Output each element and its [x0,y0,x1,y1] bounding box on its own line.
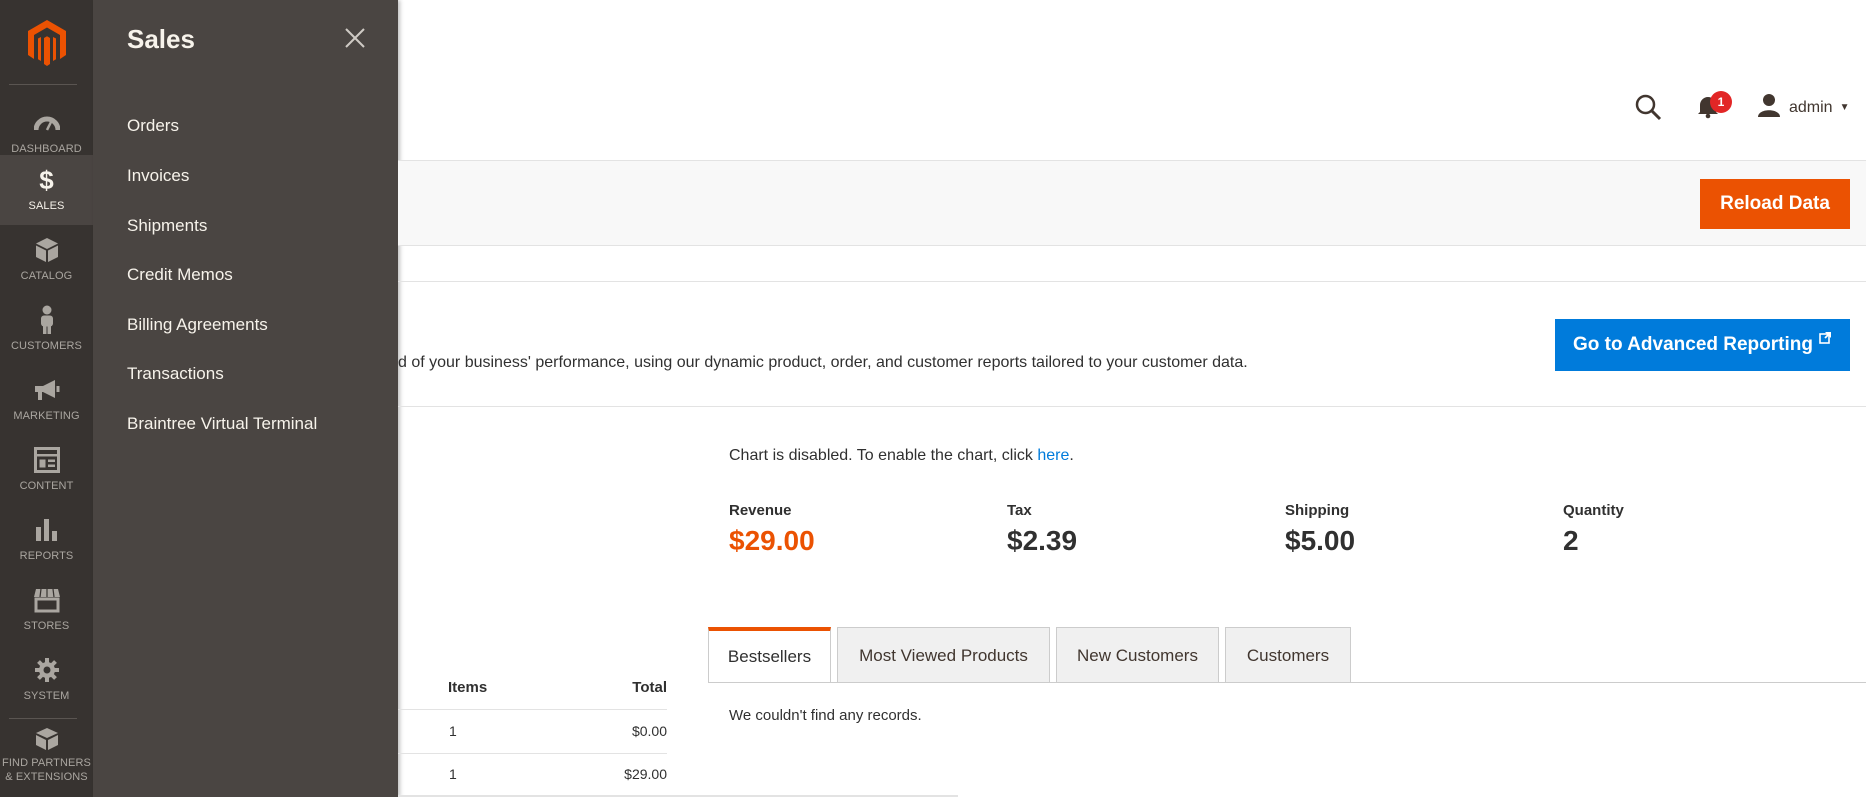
layout-icon [32,445,62,475]
total-quantity: Quantity 2 [1563,502,1624,557]
total-revenue: Revenue $29.00 [729,502,815,557]
total-shipping: Shipping $5.00 [1285,502,1355,557]
row-divider [398,753,667,754]
total-label: Shipping [1285,502,1350,519]
advanced-reporting-label: Go to Advanced Reporting [1573,334,1813,355]
person-icon [32,305,62,335]
search-icon[interactable] [1634,93,1662,121]
submenu-item-orders[interactable]: Orders [127,116,179,136]
table-cell-items: 1 [449,766,457,782]
chevron-down-icon: ▼ [1839,102,1850,113]
total-value: 2 [1563,525,1579,556]
nav-label: CATALOG [20,270,73,282]
submenu-item-billing-agreements[interactable]: Billing Agreements [127,315,268,335]
nav-label: STORES [23,620,70,632]
notification-count-badge: 1 [1710,91,1732,113]
nav-label: DASHBOARD [11,143,82,155]
column-header-total: Total [632,679,667,696]
sales-submenu-panel: Sales Orders Invoices Shipments Credit M… [93,0,398,797]
nav-item-marketing[interactable]: MARKETING [0,365,93,435]
enable-chart-link[interactable]: here [1037,447,1069,464]
submenu-item-invoices[interactable]: Invoices [127,166,189,186]
megaphone-icon [32,375,62,405]
dollar-icon: $ [39,164,54,195]
nav-label: CUSTOMERS [11,340,82,352]
column-header-items: Items [448,679,488,696]
nav-label: MARKETING [13,410,80,422]
external-link-icon [1819,331,1832,347]
nav-label: REPORTS [19,550,74,562]
reload-data-button[interactable]: Reload Data [1700,179,1850,229]
advanced-reporting-button[interactable]: Go to Advanced Reporting [1555,319,1850,371]
total-label: Quantity [1563,502,1624,519]
total-label: Tax [1007,502,1032,519]
total-value: $2.39 [1007,525,1078,556]
submenu-item-credit-memos[interactable]: Credit Memos [127,265,233,285]
divider [398,281,1866,282]
submenu-item-shipments[interactable]: Shipments [127,216,207,236]
submenu-item-transactions[interactable]: Transactions [127,364,224,384]
chart-msg-suffix: . [1069,447,1074,464]
admin-user-menu[interactable]: admin ▼ [1757,93,1849,122]
nav-item-customers[interactable]: CUSTOMERS [0,295,93,365]
chart-msg-prefix: Chart is disabled. To enable the chart, … [729,447,1038,464]
total-value: $29.00 [729,525,815,556]
row-divider [398,709,667,710]
nav-label: SALES [28,200,65,212]
tab-new-customers[interactable]: New Customers [1056,627,1219,683]
nav-divider [9,84,77,85]
divider [398,406,1866,407]
admin-sidebar: DASHBOARD $ SALES CATALOG CUSTOMERS MARK… [0,0,93,797]
nav-label: CONTENT [19,480,74,492]
box-icon [32,235,62,265]
gear-icon [32,655,62,685]
tab-customers[interactable]: Customers [1225,627,1351,683]
nav-item-sales[interactable]: $ SALES [0,155,93,225]
nav-label-line2: & EXTENSIONS [5,771,88,783]
total-tax: Tax $2.39 [1007,502,1077,557]
username: admin [1789,98,1833,116]
dashboard-icon [32,108,62,138]
nav-item-content[interactable]: CONTENT [0,435,93,505]
tabs-divider [708,682,1866,683]
partners-icon [32,724,62,754]
empty-state-message: We couldn't find any records. [729,707,922,724]
magento-logo[interactable] [0,0,93,86]
submenu-item-braintree-virtual-terminal[interactable]: Braintree Virtual Terminal [127,414,317,434]
total-value: $5.00 [1285,525,1356,556]
table-cell-total: $29.00 [624,766,667,782]
nav-item-system[interactable]: SYSTEM [0,645,93,715]
total-label: Revenue [729,502,792,519]
nav-item-find-partners[interactable]: FIND PARTNERS & EXTENSIONS [0,720,93,797]
submenu-title: Sales [127,24,195,54]
nav-item-catalog[interactable]: CATALOG [0,225,93,295]
table-cell-total: $0.00 [631,723,667,739]
store-icon [32,585,62,615]
nav-item-reports[interactable]: REPORTS [0,505,93,575]
page-actions-bar [398,160,1866,246]
nav-divider [9,718,77,719]
tab-most-viewed-products[interactable]: Most Viewed Products [837,627,1050,683]
chart-disabled-message: Chart is disabled. To enable the chart, … [729,447,1074,465]
tab-bestsellers[interactable]: Bestsellers [708,627,831,683]
table-cell-items: 1 [449,723,457,739]
nav-label-line1: FIND PARTNERS [2,757,91,769]
nav-item-stores[interactable]: STORES [0,575,93,645]
nav-label: SYSTEM [23,690,70,702]
user-icon [1757,93,1781,122]
bar-chart-icon [32,515,62,545]
advanced-reporting-description: d of your business' performance, using o… [398,354,1248,371]
close-icon[interactable] [341,24,369,52]
